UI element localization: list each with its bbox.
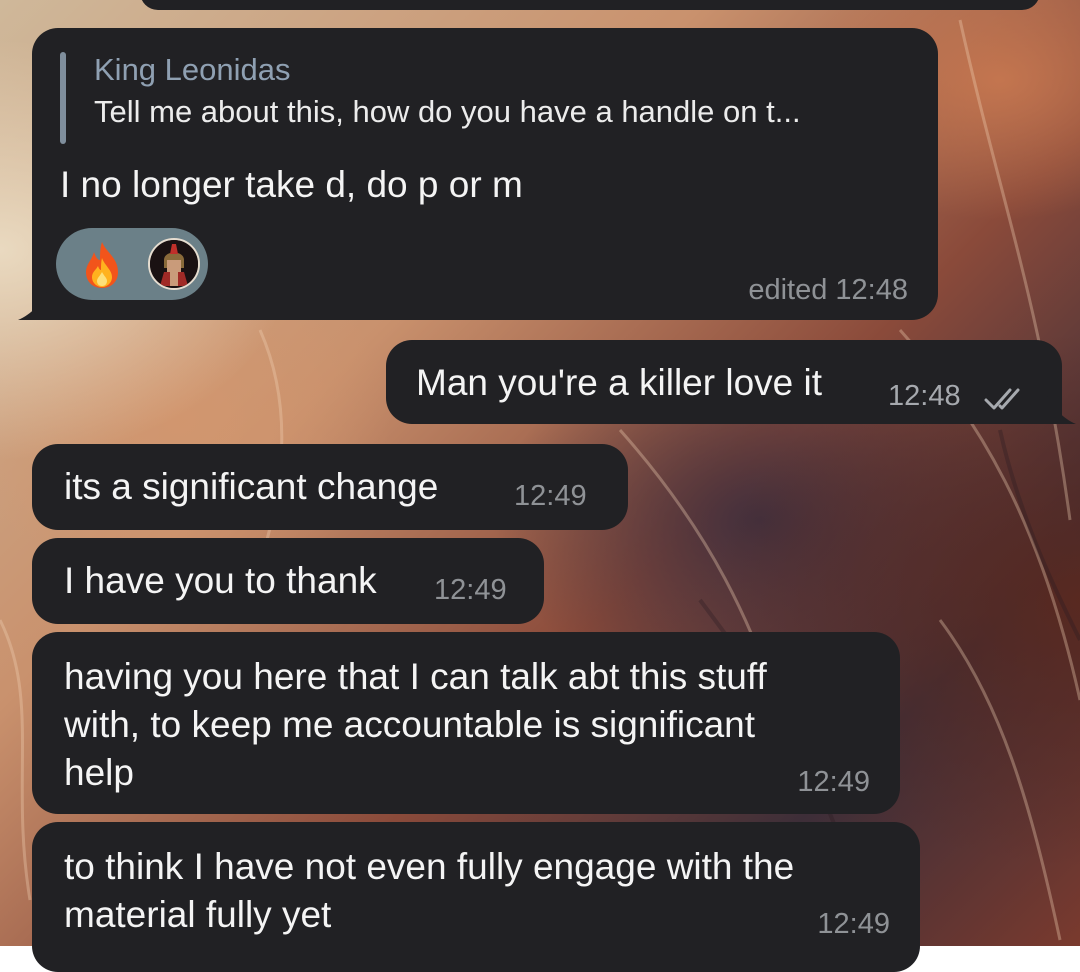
reply-accent-bar	[60, 52, 66, 144]
spartan-avatar-icon	[148, 238, 200, 290]
read-double-check-icon	[984, 388, 1020, 410]
message-line: with, to keep me accountable is signific…	[64, 704, 756, 745]
message-timestamp: 12:49	[434, 574, 507, 606]
message-bubble-incoming[interactable]: its a significant change 12:49	[32, 444, 628, 530]
message-line: help	[64, 752, 134, 793]
bubble-tail	[18, 290, 48, 320]
message-text: I no longer take d, do p or m	[60, 164, 523, 205]
message-edited-timestamp: edited 12:48	[748, 274, 908, 306]
message-bubble-incoming[interactable]: to think I have not even fully engage wi…	[32, 822, 920, 972]
reply-preview[interactable]: King Leonidas Tell me about this, how do…	[60, 50, 918, 144]
bubble-tail	[1046, 394, 1076, 424]
message-line: having you here that I can talk abt this…	[64, 656, 767, 697]
message-line: material fully yet	[64, 894, 332, 935]
message-timestamp: 12:49	[514, 480, 587, 512]
message-text: Man you're a killer love it	[416, 362, 823, 403]
message-timestamp: 12:49	[817, 908, 890, 940]
reply-quoted-text: Tell me about this, how do you have a ha…	[94, 94, 801, 129]
message-bubble-incoming[interactable]: I have you to thank 12:49	[32, 538, 544, 624]
reply-author: King Leonidas	[94, 52, 291, 87]
message-bubble-incoming[interactable]: King Leonidas Tell me about this, how do…	[18, 28, 938, 320]
message-bubble-incoming[interactable]: having you here that I can talk abt this…	[32, 632, 900, 814]
message-bubble-outgoing[interactable]: Man you're a killer love it 12:48	[386, 340, 1076, 424]
fire-emoji-icon	[80, 240, 124, 290]
message-text: I have you to thank	[64, 560, 377, 601]
message-timestamp: 12:49	[797, 766, 870, 798]
message-timestamp: 12:48	[888, 380, 961, 412]
message-text: its a significant change	[64, 466, 439, 507]
message-line: to think I have not even fully engage wi…	[64, 846, 795, 887]
reactions-pill[interactable]	[56, 228, 208, 300]
previous-message-bubble[interactable]	[140, 0, 1040, 10]
